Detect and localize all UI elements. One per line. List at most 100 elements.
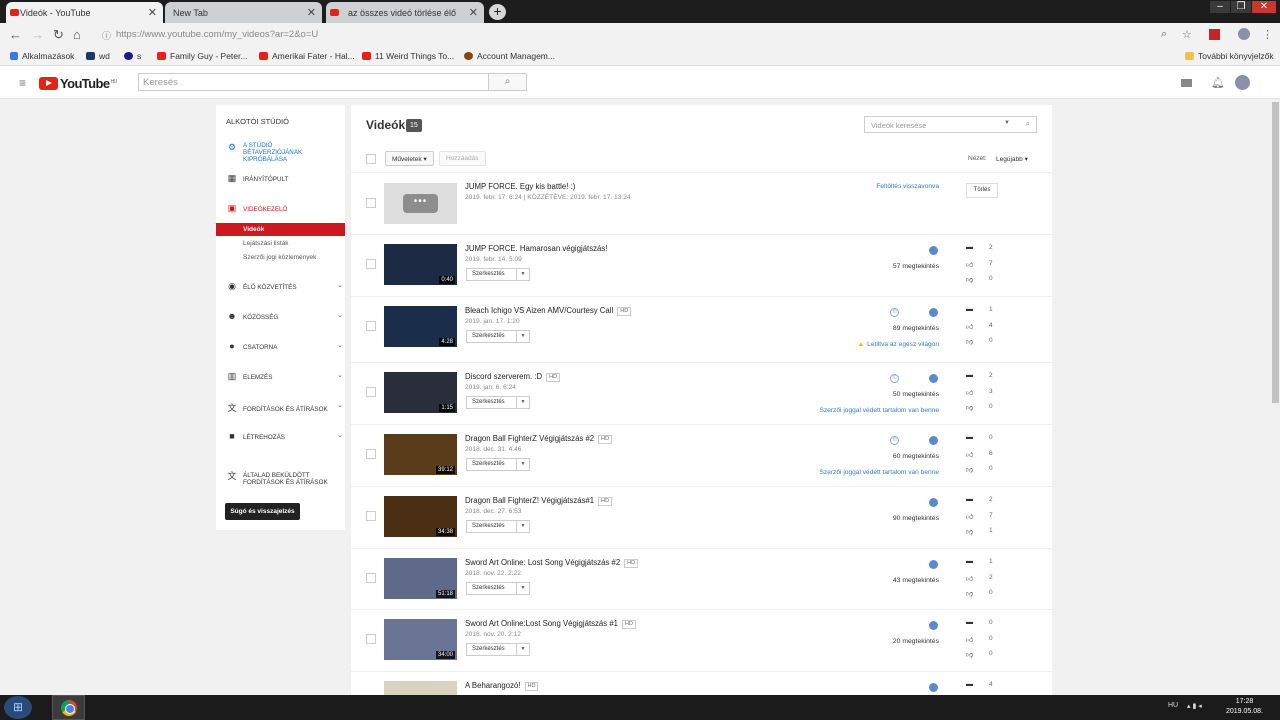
chevron-down-icon[interactable]: ▼ xyxy=(516,269,529,280)
sidebar-item-create[interactable]: ■ LÉTREHOZÁS ⌄ xyxy=(226,431,343,441)
sidebar-sub-playlists[interactable]: Lejátszási listák xyxy=(216,237,345,250)
dropdown-arrow-icon[interactable]: ▼ xyxy=(1004,120,1010,126)
video-thumbnail[interactable]: ••• xyxy=(384,183,457,224)
sidebar-item-dashboard[interactable]: ▦ IRÁNYÍTÓPULT xyxy=(226,173,289,184)
hamburger-menu-icon[interactable]: ≡ xyxy=(19,76,26,90)
video-title[interactable]: A Beharangozó! HD xyxy=(465,681,539,691)
upload-video-icon[interactable] xyxy=(1181,79,1192,87)
video-thumbnail[interactable]: 51:18 xyxy=(384,558,457,599)
sidebar-item-translations[interactable]: 文 FORDÍTÁSOK ÉS ÁTÍRÁSOK ⌄ xyxy=(226,401,342,414)
extension-icon[interactable] xyxy=(1209,29,1220,40)
video-thumbnail[interactable]: 1:15 xyxy=(384,372,457,413)
video-title[interactable]: JUMP FORCE. Egy kis battle! :) xyxy=(465,182,575,191)
chevron-down-icon[interactable]: ▼ xyxy=(516,397,529,408)
video-title[interactable]: Sword Art Online: Lost Song Végigjátszás… xyxy=(465,558,639,568)
bookmark-apps[interactable]: Alkalmazások xyxy=(10,51,74,61)
avatar[interactable] xyxy=(1235,75,1250,90)
select-all-checkbox[interactable] xyxy=(366,154,376,164)
help-feedback-button[interactable]: Súgó és visszajelzés xyxy=(225,503,300,520)
status-note[interactable]: Szerzői joggal védett tartalom van benne xyxy=(820,407,940,414)
edit-button[interactable]: Szerkesztés ▼ xyxy=(466,458,530,471)
scrollbar-thumb[interactable] xyxy=(1272,102,1279,403)
row-checkbox[interactable] xyxy=(366,449,376,459)
tab-search[interactable]: az összes videó törlése élő adásb ✕ xyxy=(326,2,484,23)
zoom-search-icon[interactable]: ⌕ xyxy=(1161,28,1167,41)
bookmark-amerikai-fater[interactable]: Amerikai Fater - Hal... xyxy=(259,51,355,61)
edit-button[interactable]: Szerkesztés ▼ xyxy=(466,330,530,343)
home-icon[interactable]: ⌂ xyxy=(73,27,81,42)
sidebar-item-channel[interactable]: ● CSATORNA ⌄ xyxy=(226,341,343,351)
sidebar-item-video-manager[interactable]: ▣ VIDEÓKEZELŐ xyxy=(226,203,288,214)
video-search-input[interactable]: Videók keresése ▼ ⌕ xyxy=(864,116,1037,133)
row-checkbox[interactable] xyxy=(366,634,376,644)
video-thumbnail[interactable]: 34:38 xyxy=(384,496,457,537)
search-input[interactable]: Keresés xyxy=(138,73,489,91)
close-tab-icon[interactable]: ✕ xyxy=(469,6,478,19)
chevron-down-icon[interactable]: ▼ xyxy=(516,583,529,594)
tab-new-tab[interactable]: New Tab ✕ xyxy=(165,2,322,23)
tray-icons[interactable]: ▴ ▮ ◂ xyxy=(1187,702,1202,710)
video-thumbnail[interactable]: 4:28 xyxy=(384,306,457,347)
bookmark-family-guy[interactable]: Family Guy - Peter... xyxy=(157,51,247,61)
reload-icon[interactable]: ↻ xyxy=(53,27,64,43)
edit-button[interactable]: Szerkesztés ▼ xyxy=(466,520,530,533)
row-checkbox[interactable] xyxy=(366,387,376,397)
video-thumbnail[interactable] xyxy=(384,681,457,695)
edit-button[interactable]: Szerkesztés ▼ xyxy=(466,582,530,595)
add-button[interactable]: Hozzáadás xyxy=(439,151,486,166)
windows-start-icon[interactable]: ⊞ xyxy=(4,696,32,719)
language-indicator[interactable]: HU xyxy=(1168,702,1178,709)
sort-dropdown[interactable]: Legújabb ▾ xyxy=(996,155,1028,163)
forward-icon[interactable]: → xyxy=(31,27,44,42)
new-tab-button[interactable]: + xyxy=(489,4,506,20)
status-note[interactable]: Szerzői joggal védett tartalom van benne xyxy=(820,469,940,476)
actions-button[interactable]: Műveletek ▾ xyxy=(385,151,434,166)
video-title[interactable]: Bleach Ichigo VS Aizen AMV/Courtesy Call… xyxy=(465,306,632,316)
video-thumbnail[interactable]: 39:12 xyxy=(384,434,457,475)
status-note[interactable]: Feltöltés visszavonva xyxy=(876,183,939,190)
minimize-icon[interactable]: – xyxy=(1210,1,1230,13)
sidebar-item-submitted[interactable]: 文 ÁLTALAD BEKÜLDÖTT FORDÍTÁSOK ÉS ÁTÍRÁS… xyxy=(226,472,331,487)
video-title[interactable]: Dragon Ball FighterZ! Végigjátszás#1 HD xyxy=(465,496,613,506)
chevron-down-icon[interactable]: ▼ xyxy=(516,644,529,655)
sidebar-sub-copyright[interactable]: Szerzői jogi közlemények xyxy=(216,251,345,264)
youtube-logo[interactable]: YouTubeHU xyxy=(39,76,117,91)
sidebar-item-analytics[interactable]: ▥ ELEMZÉS ⌄ xyxy=(226,371,343,382)
system-clock[interactable]: 17:28 2019.05.08. xyxy=(1222,697,1267,717)
row-checkbox[interactable] xyxy=(366,198,376,208)
edit-button[interactable]: Szerkesztés ▼ xyxy=(466,396,530,409)
taskbar-chrome[interactable] xyxy=(52,695,85,720)
sidebar-sub-videos[interactable]: Videók xyxy=(216,223,345,236)
video-title[interactable]: Dragon Ball FighterZ Végigjátszás #2 HD xyxy=(465,434,613,444)
row-checkbox[interactable] xyxy=(366,259,376,269)
row-checkbox[interactable] xyxy=(366,511,376,521)
search-icon[interactable]: ⌕ xyxy=(1026,119,1030,129)
menu-kebab-icon[interactable]: ⋮ xyxy=(1262,28,1273,41)
profile-icon[interactable] xyxy=(1238,28,1250,40)
sidebar-item-beta[interactable]: ⚙ A STÚDIÓ BÉTAVERZIÓJÁNAK KIPRÓBÁLÁSA xyxy=(226,142,313,163)
info-icon[interactable]: ⓘ xyxy=(102,29,111,42)
bookmark-wd[interactable]: wd xyxy=(86,51,110,61)
url-bar[interactable]: ⓘ https://www.youtube.com/my_videos?ar=2… xyxy=(98,26,1193,44)
chevron-down-icon[interactable]: ▼ xyxy=(516,331,529,342)
video-title[interactable]: JUMP FORCE. Hamarosan végigjátszás! xyxy=(465,244,607,253)
tab-videok[interactable]: Videók - YouTube ✕ xyxy=(6,2,163,23)
status-note[interactable]: Letiltva az egész világon xyxy=(858,341,939,348)
close-tab-icon[interactable]: ✕ xyxy=(307,6,316,19)
close-tab-icon[interactable]: ✕ xyxy=(148,6,157,19)
search-button[interactable]: ⌕ xyxy=(488,73,527,91)
page-scrollbar[interactable] xyxy=(1271,99,1280,695)
edit-button[interactable]: Szerkesztés ▼ xyxy=(466,643,530,656)
bookmark-s[interactable]: s xyxy=(124,51,141,61)
bookmark-weird-things[interactable]: 11 Weird Things To... xyxy=(362,51,454,61)
maximize-icon[interactable]: ❐ xyxy=(1231,1,1251,13)
video-thumbnail[interactable]: 34:00 xyxy=(384,619,457,660)
row-checkbox[interactable] xyxy=(366,321,376,331)
bookmark-account[interactable]: Account Managem... xyxy=(464,51,555,61)
row-checkbox[interactable] xyxy=(366,573,376,583)
chevron-down-icon[interactable]: ▼ xyxy=(516,521,529,532)
sidebar-item-community[interactable]: ☻ KÖZÖSSÉG ⌄ xyxy=(226,311,343,321)
close-window-icon[interactable]: ✕ xyxy=(1252,1,1276,13)
video-title[interactable]: Sword Art Online:Lost Song Végigjátszás … xyxy=(465,619,636,629)
bookmark-other[interactable]: További könyvjelzők xyxy=(1185,51,1274,61)
